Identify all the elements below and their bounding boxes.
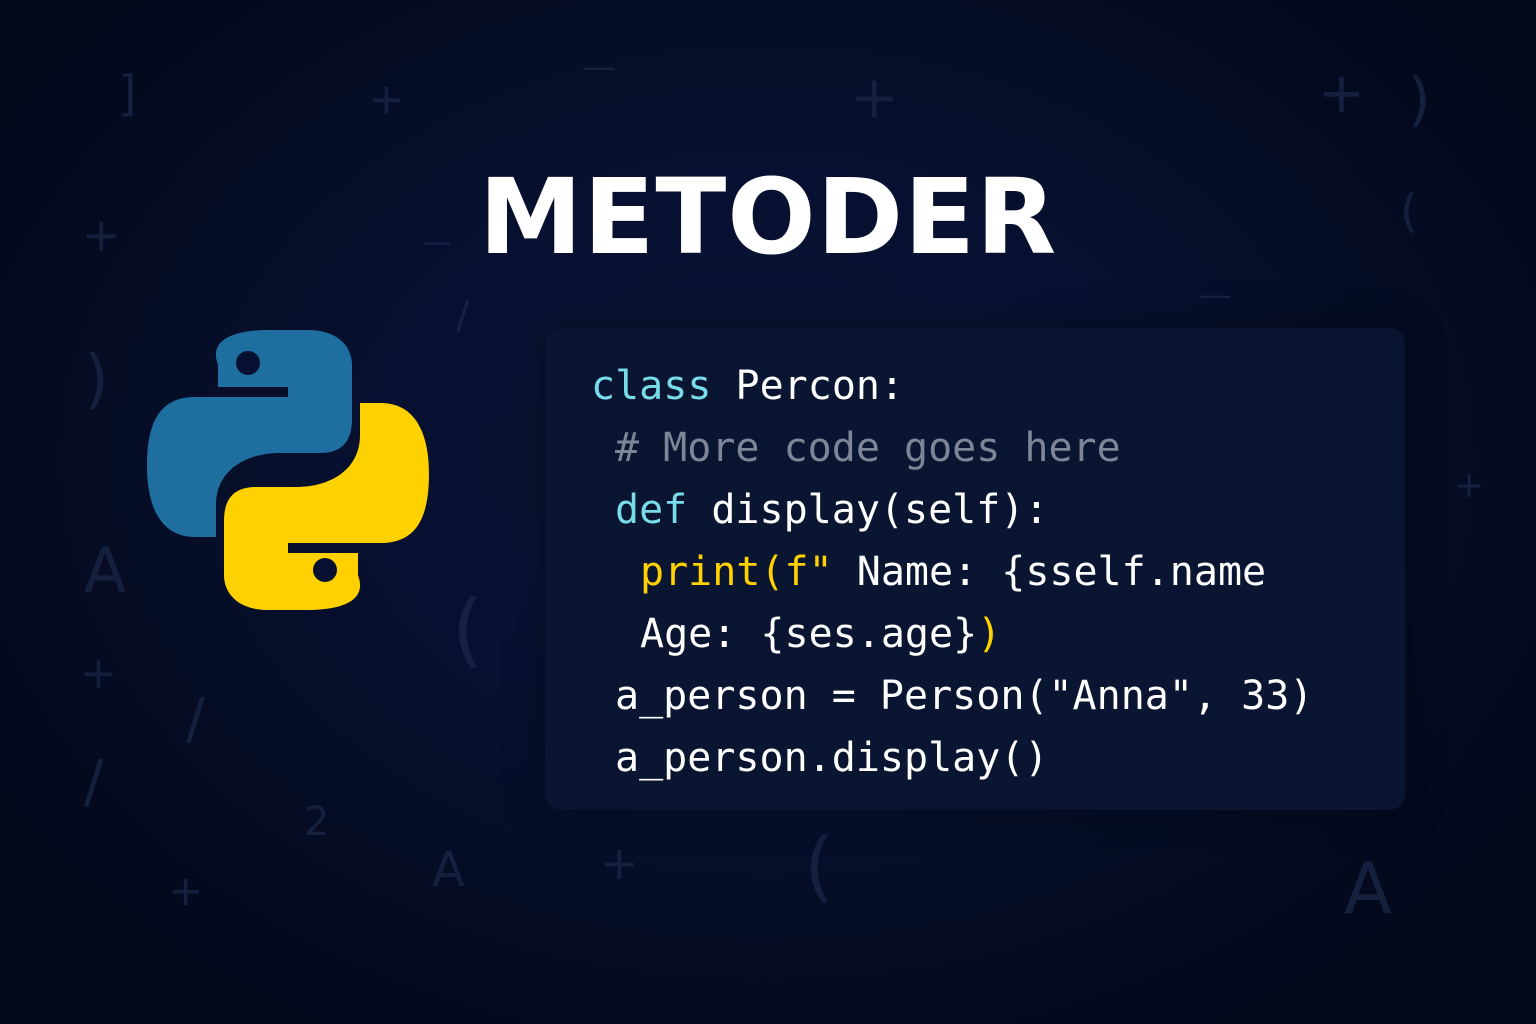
bg-glyph: ) [1408,65,1431,133]
code-token: Name: {sself.name [832,549,1267,595]
bg-glyph: 2 [304,799,330,845]
code-line-3: def display(self): [615,490,1048,530]
code-token: ) [977,611,1002,657]
code-line-6: a_person = Person("Anna", 33) [615,676,1313,716]
code-token: def [615,487,688,533]
bg-glyph: + [368,74,405,125]
python-logo-icon [147,330,429,610]
code-token: # More code goes here [615,425,1121,471]
code-token: a_person.display() [615,735,1049,781]
bg-glyph: + [850,63,899,131]
code-panel: class Percon: # More code goes here def … [545,328,1405,810]
bg-glyph: + [1454,465,1485,506]
code-line-4: print(f" Name: {sself.name [640,552,1266,592]
slide: ] + — + + ) + — ( ) / — + A ( + / / 2 A … [0,0,1536,1024]
code-token: display(self): [687,487,1049,533]
bg-glyph: / [456,293,470,339]
bg-glyph: ] [118,66,137,122]
code-line-7: a_person.display() [615,738,1048,778]
bg-glyph: — [582,47,616,87]
python-logo-eye-bottom [313,558,337,582]
bg-glyph: A [84,534,127,607]
code-line-5: Age: {ses.age}) [640,614,1001,654]
code-token: Percon: [711,363,905,409]
code-token: Age: {ses.age} [640,611,978,657]
bg-glyph: ) [84,343,109,417]
bg-glyph: ( [452,583,484,676]
code-token: class [591,363,712,409]
bg-glyph: + [80,648,117,699]
python-logo-eye-top [236,351,260,375]
bg-glyph: — [1198,275,1232,315]
bg-glyph: + [1318,61,1365,126]
code-token: a_person = Person("Anna", 33) [615,673,1314,719]
bg-glyph: A [1344,848,1392,930]
page-title: METODER [478,156,1058,278]
code-line-1: class Percon: [591,366,904,406]
bg-glyph: / [186,687,205,752]
bg-glyph: + [600,836,639,890]
code-token: print(f" [640,549,833,595]
bg-glyph: A [432,842,465,898]
bg-glyph: ( [804,821,834,910]
bg-glyph: / [84,747,104,815]
code-line-2: # More code goes here [615,428,1121,468]
bg-glyph: + [168,866,204,915]
